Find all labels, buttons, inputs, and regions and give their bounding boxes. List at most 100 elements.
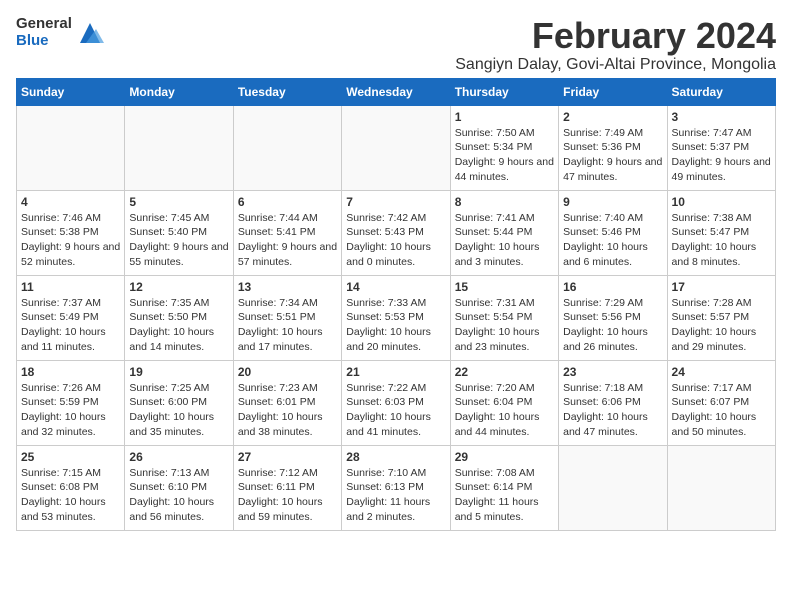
day-number: 13 (238, 280, 337, 294)
day-number: 9 (563, 195, 662, 209)
day-info: Sunrise: 7:31 AMSunset: 5:54 PMDaylight:… (455, 296, 554, 355)
header-row: Sunday Monday Tuesday Wednesday Thursday… (17, 78, 776, 105)
calendar-week-4: 18Sunrise: 7:26 AMSunset: 5:59 PMDayligh… (17, 360, 776, 445)
calendar-week-3: 11 Sunrise: 7:37 AMSunset: 5:49 PMDayligh… (17, 275, 776, 360)
calendar-cell: 10 Sunrise: 7:38 AMSunset: 5:47 PMDayligh… (667, 190, 775, 275)
header: General Blue February 2024 Sangiyn Dalay… (16, 16, 776, 74)
day-number: 29 (455, 450, 554, 464)
calendar-cell (233, 105, 341, 190)
calendar-cell: 12 Sunrise: 7:35 AMSunset: 5:50 PMDayligh… (125, 275, 233, 360)
calendar-cell: 16 Sunrise: 7:29 AMSunset: 5:56 PMDayligh… (559, 275, 667, 360)
day-number: 16 (563, 280, 662, 294)
calendar-cell (125, 105, 233, 190)
day-info: Sunrise: 7:37 AMSunset: 5:49 PMDaylight:… (21, 296, 120, 355)
day-number: 10 (672, 195, 771, 209)
calendar-cell: 6 Sunrise: 7:44 AMSunset: 5:41 PMDaylight… (233, 190, 341, 275)
calendar-cell: 25 Sunrise: 7:15 AMSunset: 6:08 PMDayligh… (17, 445, 125, 530)
calendar-cell: 17Sunrise: 7:28 AMSunset: 5:57 PMDayligh… (667, 275, 775, 360)
calendar-cell: 3Sunrise: 7:47 AMSunset: 5:37 PMDaylight… (667, 105, 775, 190)
calendar-title: February 2024 (455, 16, 776, 56)
day-info: Sunrise: 7:08 AMSunset: 6:14 PMDaylight:… (455, 466, 554, 525)
day-number: 12 (129, 280, 228, 294)
calendar-cell: 9 Sunrise: 7:40 AMSunset: 5:46 PMDaylight… (559, 190, 667, 275)
calendar-cell (559, 445, 667, 530)
day-info: Sunrise: 7:18 AMSunset: 6:06 PMDaylight:… (563, 381, 662, 440)
day-number: 27 (238, 450, 337, 464)
logo-general: General (16, 16, 72, 33)
calendar-body: 1 Sunrise: 7:50 AMSunset: 5:34 PMDaylight… (17, 105, 776, 530)
day-number: 19 (129, 365, 228, 379)
calendar-header: Sunday Monday Tuesday Wednesday Thursday… (17, 78, 776, 105)
day-info: Sunrise: 7:42 AMSunset: 5:43 PMDaylight:… (346, 211, 445, 270)
calendar-cell: 23 Sunrise: 7:18 AMSunset: 6:06 PMDayligh… (559, 360, 667, 445)
calendar-cell: 29 Sunrise: 7:08 AMSunset: 6:14 PMDayligh… (450, 445, 558, 530)
logo-blue: Blue (16, 33, 72, 50)
day-info: Sunrise: 7:50 AMSunset: 5:34 PMDaylight:… (455, 126, 554, 185)
calendar-cell: 20 Sunrise: 7:23 AMSunset: 6:01 PMDayligh… (233, 360, 341, 445)
day-info: Sunrise: 7:25 AMSunset: 6:00 PMDaylight:… (129, 381, 228, 440)
day-info: Sunrise: 7:40 AMSunset: 5:46 PMDaylight:… (563, 211, 662, 270)
day-info: Sunrise: 7:47 AMSunset: 5:37 PMDaylight:… (672, 126, 771, 185)
calendar-cell: 5 Sunrise: 7:45 AMSunset: 5:40 PMDaylight… (125, 190, 233, 275)
day-number: 22 (455, 365, 554, 379)
day-number: 6 (238, 195, 337, 209)
day-number: 4 (21, 195, 120, 209)
calendar-table: Sunday Monday Tuesday Wednesday Thursday… (16, 78, 776, 531)
header-friday: Friday (559, 78, 667, 105)
day-number: 21 (346, 365, 445, 379)
day-number: 1 (455, 110, 554, 124)
day-number: 26 (129, 450, 228, 464)
calendar-cell: 21 Sunrise: 7:22 AMSunset: 6:03 PMDayligh… (342, 360, 450, 445)
day-info: Sunrise: 7:45 AMSunset: 5:40 PMDaylight:… (129, 211, 228, 270)
calendar-cell: 28Sunrise: 7:10 AMSunset: 6:13 PMDayligh… (342, 445, 450, 530)
day-info: Sunrise: 7:28 AMSunset: 5:57 PMDaylight:… (672, 296, 771, 355)
day-info: Sunrise: 7:13 AMSunset: 6:10 PMDaylight:… (129, 466, 228, 525)
day-number: 2 (563, 110, 662, 124)
calendar-cell: 7Sunrise: 7:42 AMSunset: 5:43 PMDaylight… (342, 190, 450, 275)
day-number: 25 (21, 450, 120, 464)
day-info: Sunrise: 7:46 AMSunset: 5:38 PMDaylight:… (21, 211, 120, 270)
day-info: Sunrise: 7:10 AMSunset: 6:13 PMDaylight:… (346, 466, 445, 525)
calendar-cell: 11 Sunrise: 7:37 AMSunset: 5:49 PMDayligh… (17, 275, 125, 360)
day-info: Sunrise: 7:44 AMSunset: 5:41 PMDaylight:… (238, 211, 337, 270)
day-info: Sunrise: 7:33 AMSunset: 5:53 PMDaylight:… (346, 296, 445, 355)
calendar-cell: 26 Sunrise: 7:13 AMSunset: 6:10 PMDayligh… (125, 445, 233, 530)
header-monday: Monday (125, 78, 233, 105)
day-info: Sunrise: 7:49 AMSunset: 5:36 PMDaylight:… (563, 126, 662, 185)
logo: General Blue (16, 16, 104, 49)
calendar-cell: 22 Sunrise: 7:20 AMSunset: 6:04 PMDayligh… (450, 360, 558, 445)
header-tuesday: Tuesday (233, 78, 341, 105)
calendar-subtitle: Sangiyn Dalay, Govi-Altai Province, Mong… (455, 56, 776, 74)
calendar-cell: 27Sunrise: 7:12 AMSunset: 6:11 PMDayligh… (233, 445, 341, 530)
calendar-week-2: 4 Sunrise: 7:46 AMSunset: 5:38 PMDaylight… (17, 190, 776, 275)
day-number: 11 (21, 280, 120, 294)
day-number: 24 (672, 365, 771, 379)
day-number: 5 (129, 195, 228, 209)
calendar-cell (667, 445, 775, 530)
header-saturday: Saturday (667, 78, 775, 105)
day-info: Sunrise: 7:15 AMSunset: 6:08 PMDaylight:… (21, 466, 120, 525)
day-info: Sunrise: 7:17 AMSunset: 6:07 PMDaylight:… (672, 381, 771, 440)
day-number: 20 (238, 365, 337, 379)
day-info: Sunrise: 7:22 AMSunset: 6:03 PMDaylight:… (346, 381, 445, 440)
day-info: Sunrise: 7:38 AMSunset: 5:47 PMDaylight:… (672, 211, 771, 270)
day-info: Sunrise: 7:20 AMSunset: 6:04 PMDaylight:… (455, 381, 554, 440)
calendar-week-1: 1 Sunrise: 7:50 AMSunset: 5:34 PMDaylight… (17, 105, 776, 190)
day-info: Sunrise: 7:35 AMSunset: 5:50 PMDaylight:… (129, 296, 228, 355)
calendar-cell: 24 Sunrise: 7:17 AMSunset: 6:07 PMDayligh… (667, 360, 775, 445)
day-number: 14 (346, 280, 445, 294)
day-number: 8 (455, 195, 554, 209)
calendar-cell: 1 Sunrise: 7:50 AMSunset: 5:34 PMDaylight… (450, 105, 558, 190)
calendar-cell (342, 105, 450, 190)
day-info: Sunrise: 7:26 AMSunset: 5:59 PMDaylight:… (21, 381, 120, 440)
day-info: Sunrise: 7:23 AMSunset: 6:01 PMDaylight:… (238, 381, 337, 440)
day-info: Sunrise: 7:29 AMSunset: 5:56 PMDaylight:… (563, 296, 662, 355)
logo-icon (76, 19, 104, 47)
header-wednesday: Wednesday (342, 78, 450, 105)
logo-text: General Blue (16, 16, 72, 49)
calendar-cell: 13 Sunrise: 7:34 AMSunset: 5:51 PMDayligh… (233, 275, 341, 360)
calendar-cell: 8Sunrise: 7:41 AMSunset: 5:44 PMDaylight… (450, 190, 558, 275)
day-number: 23 (563, 365, 662, 379)
day-info: Sunrise: 7:34 AMSunset: 5:51 PMDaylight:… (238, 296, 337, 355)
calendar-cell: 2 Sunrise: 7:49 AMSunset: 5:36 PMDaylight… (559, 105, 667, 190)
